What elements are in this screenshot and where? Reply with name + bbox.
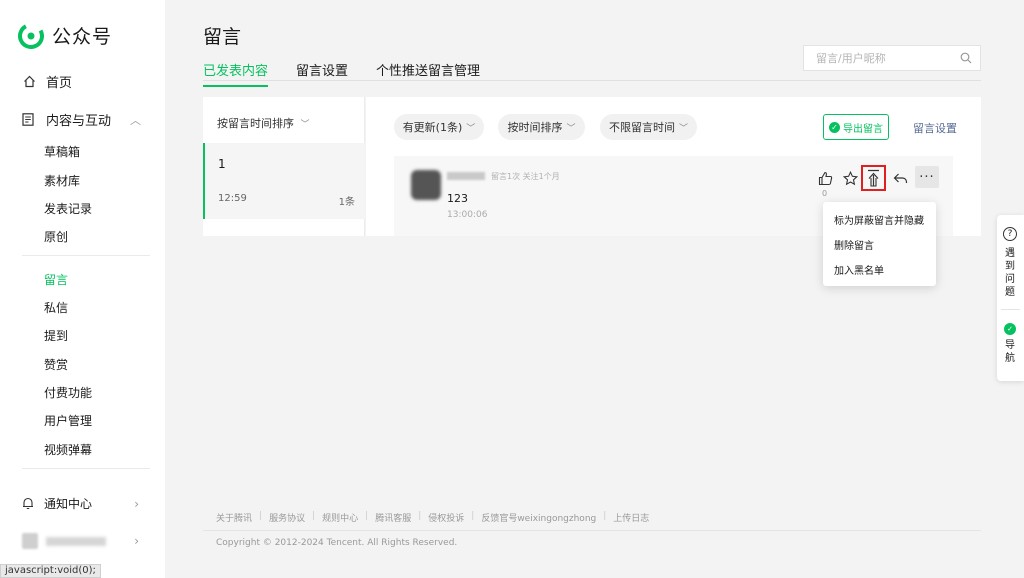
help-icon[interactable]: ? — [1003, 227, 1017, 241]
sidebar: 公众号 首页 内容与互动 ︿ 草稿箱 素材库 发表记录 原创 留言 私信 提到 … — [0, 0, 165, 578]
chevron-up-icon: ︿ — [130, 113, 141, 127]
time-filter-label: 不限留言时间 — [608, 121, 675, 134]
sidebar-item-home[interactable]: 首页 — [22, 72, 72, 91]
like-count: 0 — [822, 189, 828, 198]
sort-filter-dropdown[interactable]: 按时间排序 ﹀ — [498, 114, 585, 140]
time-filter-dropdown[interactable]: 不限留言时间 ﹀ — [600, 114, 697, 140]
chevron-down-icon: ﹀ — [466, 123, 476, 134]
footer-links: 关于腾讯 | 服务协议 | 规则中心 | 腾讯客服 | 侵权投诉 | 反馈官号weixin… — [216, 511, 656, 524]
tab-personalized-push[interactable]: 个性推送留言管理 — [376, 60, 480, 87]
footer-link-rules-center[interactable]: 规则中心 — [315, 511, 365, 524]
sidebar-item-publish-records[interactable]: 发表记录 — [44, 200, 92, 217]
sort-filter-label: 按时间排序 — [507, 121, 563, 134]
sidebar-item-messages[interactable]: 私信 — [44, 299, 68, 316]
list-item[interactable]: 1 12:59 1条 — [203, 143, 365, 219]
sidebar-item-mentions[interactable]: 提到 — [44, 327, 68, 344]
sidebar-divider — [22, 468, 150, 469]
like-icon[interactable] — [816, 169, 834, 187]
home-icon — [22, 75, 36, 89]
sidebar-divider — [22, 255, 150, 256]
sidebar-item-original[interactable]: 原创 — [44, 228, 68, 245]
sidebar-item-label: 通知中心 — [44, 497, 93, 511]
commenter-meta: 留言1次 关注1个月 — [491, 172, 560, 181]
sidebar-section-label: 内容与互动 — [46, 114, 112, 129]
sidebar-item-rewards[interactable]: 赞赏 — [44, 356, 68, 373]
sidebar-item-paid-features[interactable]: 付费功能 — [44, 384, 92, 401]
sidebar-section-content[interactable]: 内容与互动 ︿ — [22, 110, 147, 129]
footer-link-about[interactable]: 关于腾讯 — [216, 511, 259, 524]
more-options-button[interactable]: ··· — [915, 166, 939, 188]
comment-text: 123 — [447, 192, 468, 205]
floating-helper: ? 遇到问题 ✓ 导航 — [997, 215, 1024, 381]
pin-to-top-button[interactable] — [861, 165, 886, 191]
tab-comment-settings[interactable]: 留言设置 — [296, 60, 348, 87]
app-name: 公众号 — [52, 26, 113, 48]
chevron-right-icon: › — [134, 496, 139, 511]
chevron-down-icon: ﹀ — [678, 123, 688, 134]
menu-item-add-to-blacklist[interactable]: 加入黑名单 — [834, 262, 884, 277]
chevron-right-icon: › — [134, 534, 139, 548]
avatar — [22, 533, 38, 549]
article-list-panel: 按留言时间排序 ﹀ 1 12:59 1条 — [203, 97, 365, 236]
tab-bar: 已发表内容 留言设置 个性推送留言管理 — [203, 60, 508, 87]
footer-link-upload-logs[interactable]: 上传日志 — [606, 511, 656, 524]
logo[interactable]: 公众号 — [18, 22, 112, 49]
article-sort-label: 按留言时间排序 — [217, 117, 294, 130]
account-switcher[interactable]: › — [22, 533, 147, 549]
export-comments-button[interactable]: ✓ 导出留言 — [823, 114, 889, 140]
tab-published-content[interactable]: 已发表内容 — [203, 60, 269, 87]
page-title: 留言 — [203, 26, 242, 48]
comment-count: 1条 — [338, 197, 355, 208]
footer-divider — [203, 530, 981, 531]
star-icon[interactable] — [841, 169, 859, 187]
export-label: 导出留言 — [843, 123, 883, 135]
wechat-icon: ✓ — [829, 121, 840, 133]
article-title: 1 — [218, 157, 226, 171]
comment-settings-link[interactable]: 留言设置 — [913, 120, 957, 136]
search-input[interactable] — [816, 51, 956, 65]
helper-divider — [1001, 309, 1020, 310]
update-filter-label: 有更新(1条) — [402, 121, 463, 134]
wechat-icon[interactable]: ✓ — [1004, 323, 1016, 335]
chevron-down-icon: ﹀ — [566, 123, 576, 134]
footer-link-customer-service[interactable]: 腾讯客服 — [368, 511, 418, 524]
sidebar-item-comments[interactable]: 留言 — [44, 271, 68, 288]
footer-link-feedback[interactable]: 反馈官号weixingongzhong — [474, 511, 603, 524]
sidebar-item-notifications[interactable]: 通知中心 › — [22, 495, 147, 512]
chevron-down-icon: ﹀ — [300, 120, 310, 130]
more-icon: ··· — [919, 169, 935, 185]
footer-link-infringement[interactable]: 侵权投诉 — [421, 511, 471, 524]
tab-underline — [203, 80, 981, 81]
sidebar-item-video-danmaku[interactable]: 视频弹幕 — [44, 441, 92, 458]
avatar[interactable] — [411, 170, 441, 200]
commenter-name[interactable] — [447, 172, 485, 180]
footer-link-service-agreement[interactable]: 服务协议 — [262, 511, 312, 524]
article-time: 12:59 — [218, 193, 247, 204]
document-icon — [22, 112, 36, 127]
browser-status-bar: javascript:void(0); — [0, 564, 101, 578]
help-label[interactable]: 遇到问题 — [1005, 247, 1017, 299]
comment-time: 13:00:06 — [447, 210, 488, 220]
sidebar-item-label: 首页 — [46, 76, 73, 91]
update-filter-dropdown[interactable]: 有更新(1条) ﹀ — [394, 114, 484, 140]
account-name — [46, 536, 106, 546]
search-box — [803, 45, 981, 71]
bell-icon — [22, 497, 35, 510]
menu-item-delete-comment[interactable]: 删除留言 — [834, 237, 874, 252]
comment-actions-menu: 标为屏蔽留言并隐藏 删除留言 加入黑名单 — [823, 202, 936, 286]
reply-icon[interactable] — [891, 169, 909, 187]
nav-label[interactable]: 导航 — [1005, 339, 1017, 365]
pin-top-icon — [868, 169, 879, 187]
sidebar-item-materials[interactable]: 素材库 — [44, 172, 80, 189]
wechat-mp-logo-icon — [18, 22, 44, 49]
search-icon[interactable] — [960, 52, 972, 64]
copyright: Copyright © 2012-2024 Tencent. All Right… — [216, 538, 458, 548]
menu-item-block-and-hide[interactable]: 标为屏蔽留言并隐藏 — [834, 212, 924, 227]
sidebar-item-user-management[interactable]: 用户管理 — [44, 412, 92, 429]
sidebar-item-drafts[interactable]: 草稿箱 — [44, 143, 80, 160]
article-sort-dropdown[interactable]: 按留言时间排序 ﹀ — [217, 115, 310, 131]
